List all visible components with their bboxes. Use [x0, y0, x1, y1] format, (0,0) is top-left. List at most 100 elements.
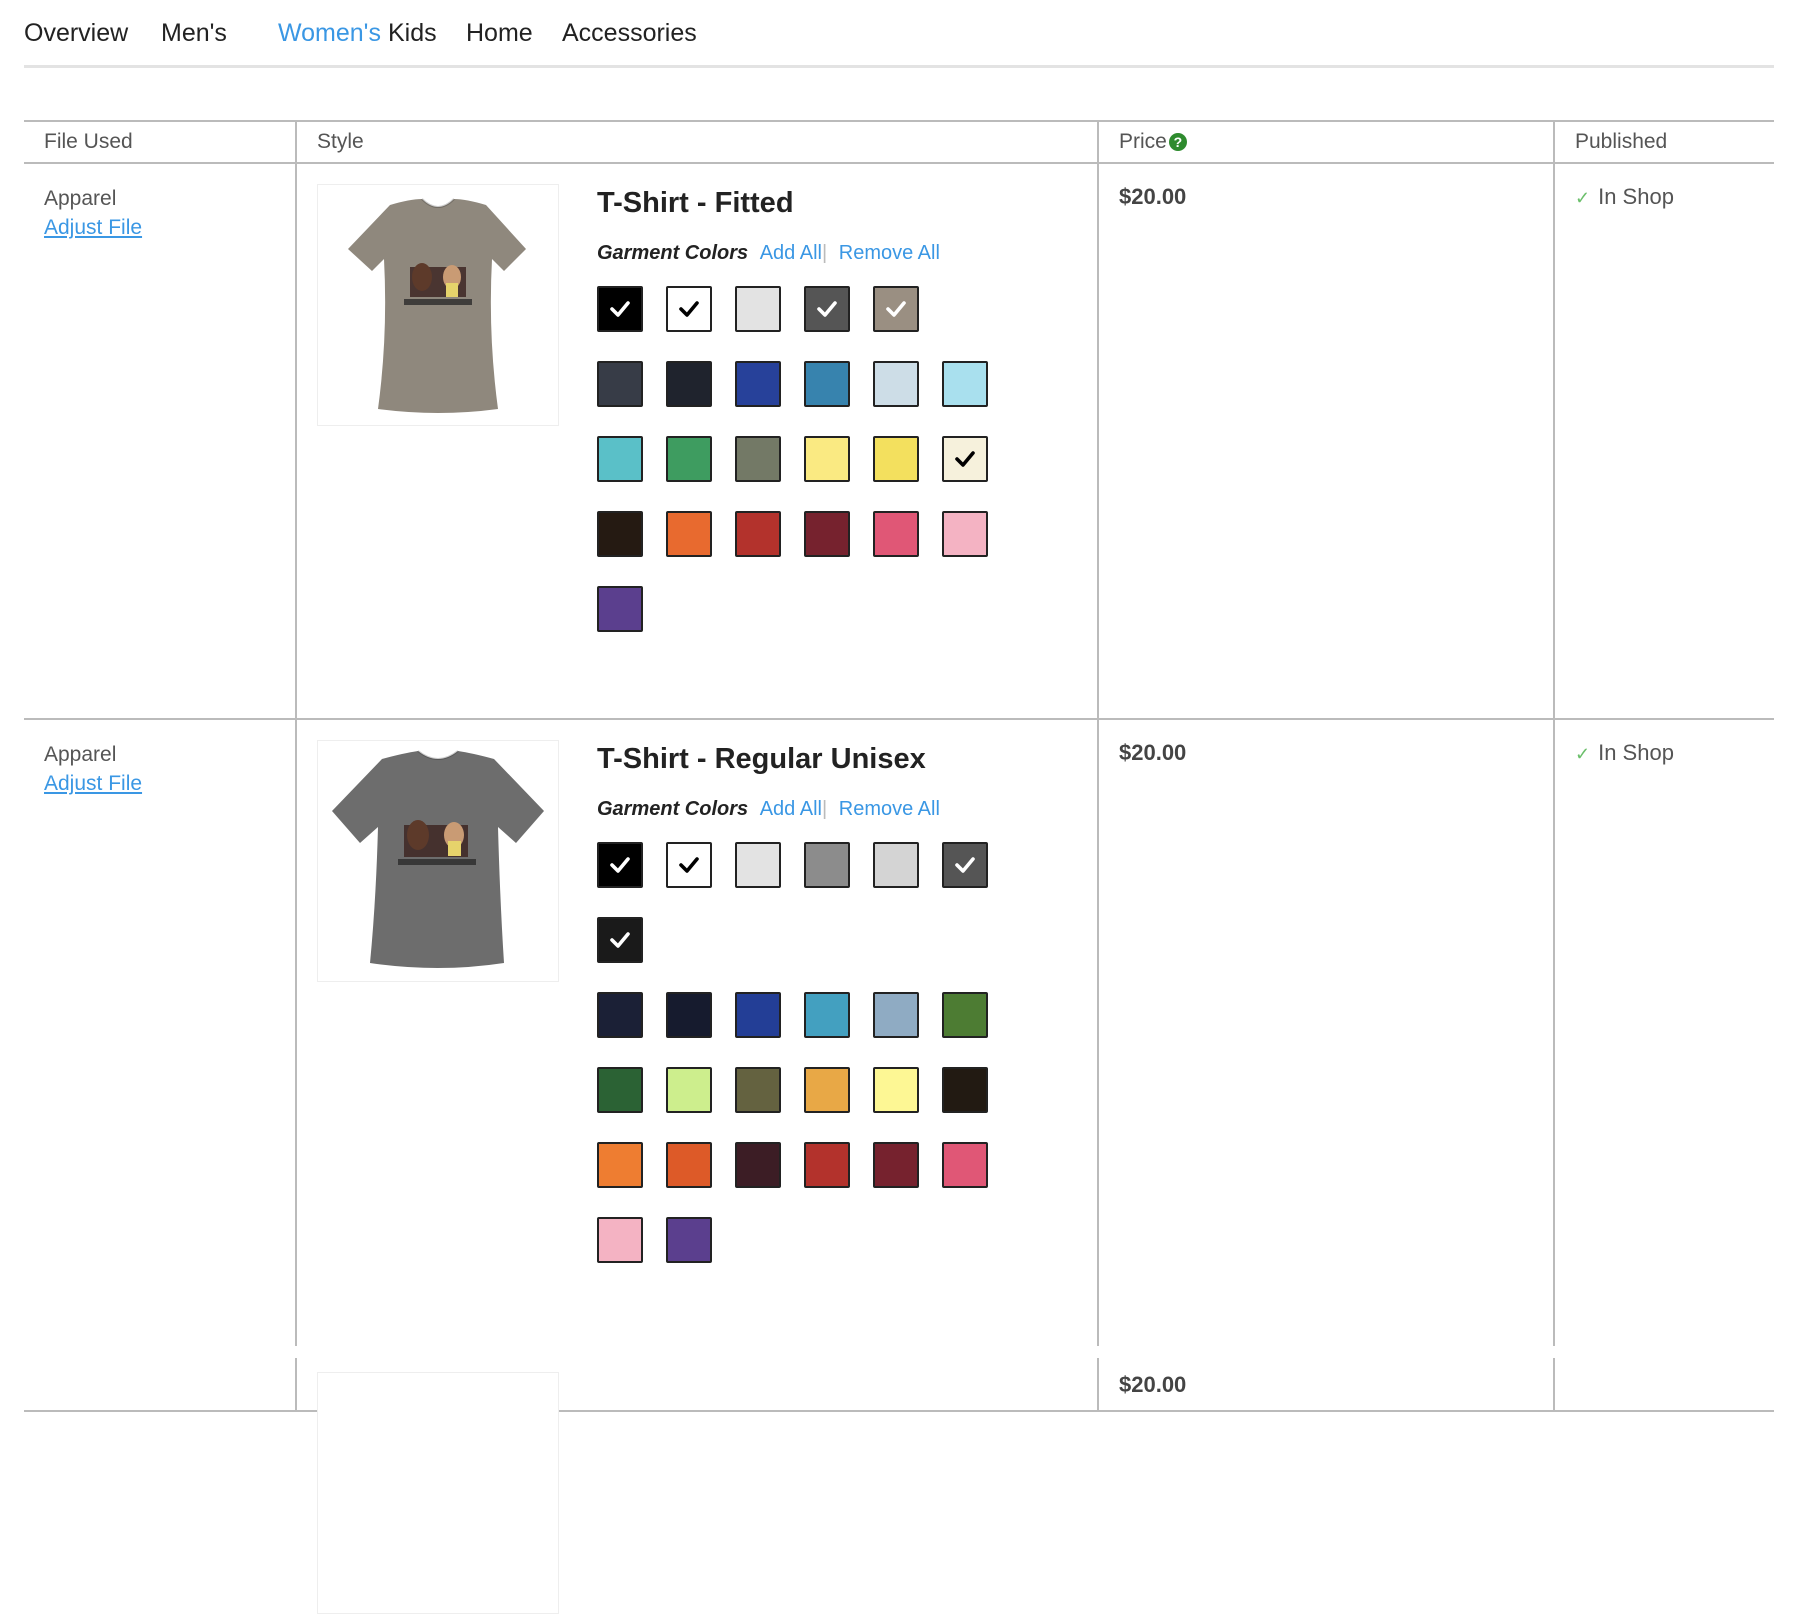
product-thumbnail[interactable] — [317, 740, 559, 982]
color-swatch[interactable] — [873, 992, 919, 1038]
color-swatch[interactable] — [804, 842, 850, 888]
color-swatch[interactable] — [597, 511, 643, 557]
color-swatch[interactable] — [735, 286, 781, 332]
tab-kids[interactable]: Kids — [388, 16, 437, 50]
help-icon[interactable]: ? — [1168, 133, 1187, 151]
remove-all-link[interactable]: Remove All — [839, 798, 940, 820]
color-swatch[interactable] — [735, 1142, 781, 1188]
color-swatch[interactable] — [804, 1067, 850, 1113]
style-cell: T-Shirt - Fitted Garment Colors Add All|… — [295, 163, 1098, 720]
header-file-used: File Used — [24, 120, 296, 164]
tab-womens[interactable]: Women's — [278, 16, 381, 50]
table-row: $20.00 — [24, 1351, 1774, 1614]
products-table: File Used Style Price? Published Apparel… — [24, 120, 1774, 1614]
price-value: $20.00 — [1119, 1372, 1187, 1397]
color-swatch[interactable] — [735, 361, 781, 407]
checkmark-icon — [679, 857, 699, 873]
tab-home[interactable]: Home — [466, 16, 533, 50]
color-swatch[interactable] — [942, 511, 988, 557]
swatch-row — [597, 992, 1037, 1067]
color-swatch[interactable] — [804, 992, 850, 1038]
color-swatch[interactable] — [597, 286, 643, 332]
color-swatch[interactable] — [666, 1142, 712, 1188]
color-swatch[interactable] — [597, 586, 643, 632]
adjust-file-link[interactable]: Adjust File — [44, 213, 295, 242]
checkmark-icon — [610, 932, 630, 948]
product-thumbnail[interactable] — [317, 1372, 559, 1614]
swatch-row — [597, 286, 1037, 361]
color-swatch[interactable] — [873, 1142, 919, 1188]
tshirt-unisex-image — [332, 750, 544, 968]
viewport-edge — [0, 1346, 1802, 1358]
color-swatch[interactable] — [666, 992, 712, 1038]
color-swatch[interactable] — [735, 436, 781, 482]
color-swatch[interactable] — [873, 1067, 919, 1113]
color-swatch[interactable] — [804, 511, 850, 557]
color-swatch[interactable] — [804, 286, 850, 332]
color-swatch[interactable] — [942, 1067, 988, 1113]
link-divider: | — [821, 242, 828, 264]
color-swatch[interactable] — [666, 436, 712, 482]
swatch-row — [597, 586, 1037, 661]
color-swatch[interactable] — [666, 1067, 712, 1113]
price-cell: $20.00 — [1097, 1351, 1554, 1412]
color-swatch[interactable] — [735, 842, 781, 888]
file-cell: Apparel Adjust File — [24, 163, 296, 720]
table-row: Apparel Adjust File — [24, 719, 1774, 1352]
product-info: T-Shirt - Regular Unisex Garment Colors … — [597, 740, 1097, 1292]
color-swatch[interactable] — [804, 436, 850, 482]
color-swatch[interactable] — [942, 842, 988, 888]
tab-mens[interactable]: Men's — [161, 16, 227, 50]
color-swatch[interactable] — [735, 1067, 781, 1113]
table-header-row: File Used Style Price? Published — [24, 120, 1774, 164]
remove-all-link[interactable]: Remove All — [839, 242, 940, 264]
color-swatch[interactable] — [735, 511, 781, 557]
product-title: T-Shirt - Fitted — [597, 187, 794, 219]
swatch-row — [597, 511, 1037, 586]
color-swatch[interactable] — [597, 917, 643, 963]
style-cell: T-Shirt - Regular Unisex Garment Colors … — [295, 719, 1098, 1352]
color-swatch[interactable] — [597, 436, 643, 482]
color-swatch[interactable] — [942, 436, 988, 482]
color-swatch[interactable] — [597, 992, 643, 1038]
swatch-row — [597, 1142, 1037, 1217]
color-swatch[interactable] — [597, 842, 643, 888]
color-swatch[interactable] — [804, 1142, 850, 1188]
header-price: Price? — [1097, 120, 1554, 164]
add-all-link[interactable]: Add All — [760, 242, 822, 264]
price-cell: $20.00 — [1097, 163, 1554, 720]
color-swatch[interactable] — [597, 1217, 643, 1263]
color-swatch[interactable] — [666, 511, 712, 557]
swatch-row — [597, 842, 1037, 917]
color-swatch[interactable] — [942, 361, 988, 407]
garment-colors-bar: Garment Colors Add All| Remove All — [597, 240, 1097, 266]
product-thumbnail[interactable] — [317, 184, 559, 426]
tab-accessories[interactable]: Accessories — [562, 16, 697, 50]
price-value: $20.00 — [1119, 184, 1187, 209]
link-divider: | — [821, 798, 828, 820]
color-swatch[interactable] — [873, 361, 919, 407]
color-swatch[interactable] — [873, 286, 919, 332]
color-swatch[interactable] — [942, 1142, 988, 1188]
table-row: Apparel Adjust File — [24, 163, 1774, 720]
color-swatch[interactable] — [597, 361, 643, 407]
color-swatch[interactable] — [804, 361, 850, 407]
tab-overview[interactable]: Overview — [24, 16, 128, 50]
color-swatch[interactable] — [666, 361, 712, 407]
color-swatch[interactable] — [735, 992, 781, 1038]
published-cell: ✓ In Shop — [1553, 163, 1774, 720]
color-swatch[interactable] — [942, 992, 988, 1038]
color-swatch[interactable] — [666, 842, 712, 888]
color-swatch[interactable] — [873, 436, 919, 482]
add-all-link[interactable]: Add All — [760, 798, 822, 820]
color-swatch[interactable] — [873, 511, 919, 557]
color-swatch[interactable] — [597, 1067, 643, 1113]
color-swatch[interactable] — [873, 842, 919, 888]
garment-colors-label: Garment Colors — [597, 242, 749, 264]
adjust-file-link[interactable]: Adjust File — [44, 769, 295, 798]
product-title: T-Shirt - Regular Unisex — [597, 743, 926, 775]
color-swatch[interactable] — [666, 286, 712, 332]
tshirt-fitted-image — [348, 198, 526, 413]
color-swatch[interactable] — [597, 1142, 643, 1188]
color-swatch[interactable] — [666, 1217, 712, 1263]
